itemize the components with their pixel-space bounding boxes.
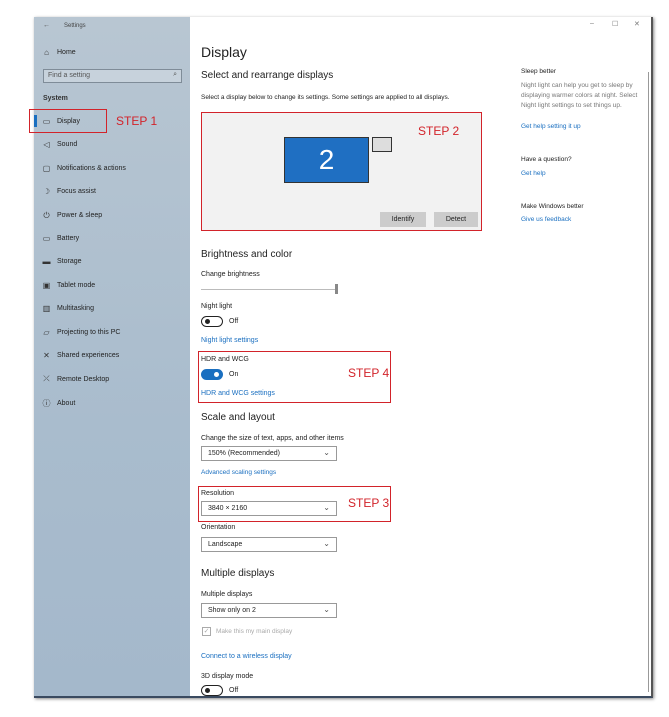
night-light-state: Off: [229, 318, 239, 325]
shared-icon: ✕: [43, 351, 50, 360]
storage-icon: ▬: [42, 257, 51, 267]
scale-dropdown[interactable]: 150% (Recommended) ⌄: [201, 446, 337, 461]
moon-icon: ☽: [42, 187, 51, 197]
home-icon: ⌂: [44, 48, 49, 57]
power-icon: ⏻: [43, 210, 50, 220]
better-heading: Make Windows better: [521, 203, 584, 210]
project-icon: ▱: [43, 327, 50, 337]
select-heading: Select and rearrange displays: [201, 70, 334, 81]
step3-label: STEP 3: [348, 496, 390, 510]
sidebar-home[interactable]: ⌂ Home: [42, 48, 76, 57]
notification-icon: ▢: [42, 163, 51, 173]
maximize-button[interactable]: ☐: [612, 20, 618, 28]
window-title: Settings: [64, 23, 86, 29]
get-help-link[interactable]: Get help: [521, 170, 546, 177]
sidebar-item-label: Notifications & actions: [57, 164, 126, 172]
scrollbar[interactable]: [648, 72, 649, 692]
night-light-label: Night light: [201, 303, 233, 310]
night-light-toggle[interactable]: [201, 316, 223, 327]
speaker-icon: ◁: [43, 140, 50, 150]
sidebar-item-projecting-to-this-pc[interactable]: ▱ Projecting to this PC: [42, 328, 120, 337]
sidebar-item-storage[interactable]: ▬ Storage: [42, 257, 82, 266]
sidebar-item-label: Sound: [57, 141, 78, 149]
night-light-settings-link[interactable]: Night light settings: [201, 337, 258, 344]
step2-label: STEP 2: [418, 124, 460, 138]
sidebar-item-label: Remote Desktop: [57, 375, 110, 383]
sleep-text: Night light can help you get to sleep by…: [521, 82, 638, 109]
search-input[interactable]: Find a setting ⌕: [43, 69, 182, 83]
search-placeholder: Find a setting: [48, 72, 91, 79]
feedback-link[interactable]: Give us feedback: [521, 216, 571, 223]
brightness-slider[interactable]: [201, 289, 336, 290]
sidebar-item-about[interactable]: ⓘ About: [42, 398, 76, 409]
sidebar-item-multitasking[interactable]: ▥ Multitasking: [42, 304, 94, 313]
chevron-down-icon: ⌄: [323, 448, 330, 457]
sidebar-item-label: Tablet mode: [57, 281, 96, 289]
wireless-display-link[interactable]: Connect to a wireless display: [201, 653, 292, 660]
close-button[interactable]: ✕: [634, 20, 640, 28]
advanced-scaling-link[interactable]: Advanced scaling settings: [201, 469, 276, 476]
home-label: Home: [57, 49, 76, 56]
scale-label: Change the size of text, apps, and other…: [201, 435, 344, 442]
3d-mode-state: Off: [229, 687, 239, 694]
step4-label: STEP 4: [348, 366, 390, 380]
orientation-dropdown[interactable]: Landscape ⌄: [201, 537, 337, 552]
multitask-icon: ▥: [42, 304, 51, 314]
multi-value: Show only on 2: [208, 607, 256, 614]
sidebar-item-label: Projecting to this PC: [57, 328, 121, 336]
sidebar-item-label: Shared experiences: [57, 352, 120, 359]
sidebar-item-label: Multitasking: [57, 305, 94, 313]
3d-mode-label: 3D display mode: [201, 673, 254, 680]
sidebar-item-label: Storage: [57, 258, 82, 266]
page-title: Display: [201, 44, 247, 60]
chevron-down-icon: ⌄: [323, 539, 330, 548]
multi-label: Multiple displays: [201, 591, 253, 598]
orientation-value: Landscape: [208, 541, 243, 548]
sidebar-item-focus-assist[interactable]: ☽ Focus assist: [42, 187, 96, 196]
sidebar-item-notifications-actions[interactable]: ▢ Notifications & actions: [42, 164, 126, 173]
sleep-heading: Sleep better: [521, 68, 557, 75]
battery-icon: ▭: [42, 234, 51, 243]
step1-highlight: [29, 109, 107, 133]
multi-heading: Multiple displays: [201, 568, 275, 579]
orientation-label: Orientation: [201, 524, 236, 531]
brightness-heading: Brightness and color: [201, 249, 293, 260]
sidebar-item-battery[interactable]: ▭ Battery: [42, 234, 79, 243]
scale-heading: Scale and layout: [201, 412, 275, 423]
back-button[interactable]: ←: [43, 22, 50, 29]
scale-value: 150% (Recommended): [208, 450, 280, 457]
multi-dropdown[interactable]: Show only on 2 ⌄: [201, 603, 337, 618]
chevron-down-icon: ⌄: [323, 605, 330, 614]
main-display-label: Make this my main display: [216, 628, 293, 635]
sidebar-item-remote-desktop[interactable]: ⤫ Remote Desktop: [42, 374, 109, 384]
sidebar-item-power-sleep[interactable]: ⏻ Power & sleep: [42, 211, 102, 221]
info-icon: ⓘ: [42, 398, 51, 408]
section-system: System: [43, 95, 68, 102]
sidebar-item-shared-experiences[interactable]: ✕ Shared experiences: [42, 351, 119, 360]
sidebar-item-label: Focus assist: [57, 188, 96, 196]
brightness-label: Change brightness: [201, 271, 260, 278]
sleep-help-link[interactable]: Get help setting it up: [521, 123, 581, 130]
select-desc: Select a display below to change its set…: [201, 94, 450, 101]
sidebar-item-sound[interactable]: ◁ Sound: [42, 140, 77, 149]
sidebar-item-label: Power & sleep: [57, 212, 103, 220]
sidebar-item-tablet-mode[interactable]: ▣ Tablet mode: [42, 281, 95, 290]
sidebar-item-label: About: [57, 399, 76, 407]
search-icon: ⌕: [173, 71, 177, 78]
minimize-button[interactable]: –: [590, 20, 594, 27]
sidebar-item-label: Battery: [57, 235, 80, 242]
tablet-icon: ▣: [42, 280, 51, 290]
brightness-thumb[interactable]: [335, 284, 338, 294]
main-display-checkbox[interactable]: ✓: [202, 627, 211, 636]
3d-mode-toggle[interactable]: [201, 685, 223, 696]
step1-label: STEP 1: [116, 114, 158, 128]
remote-icon: ⤫: [43, 374, 50, 384]
question-heading: Have a question?: [521, 156, 572, 163]
